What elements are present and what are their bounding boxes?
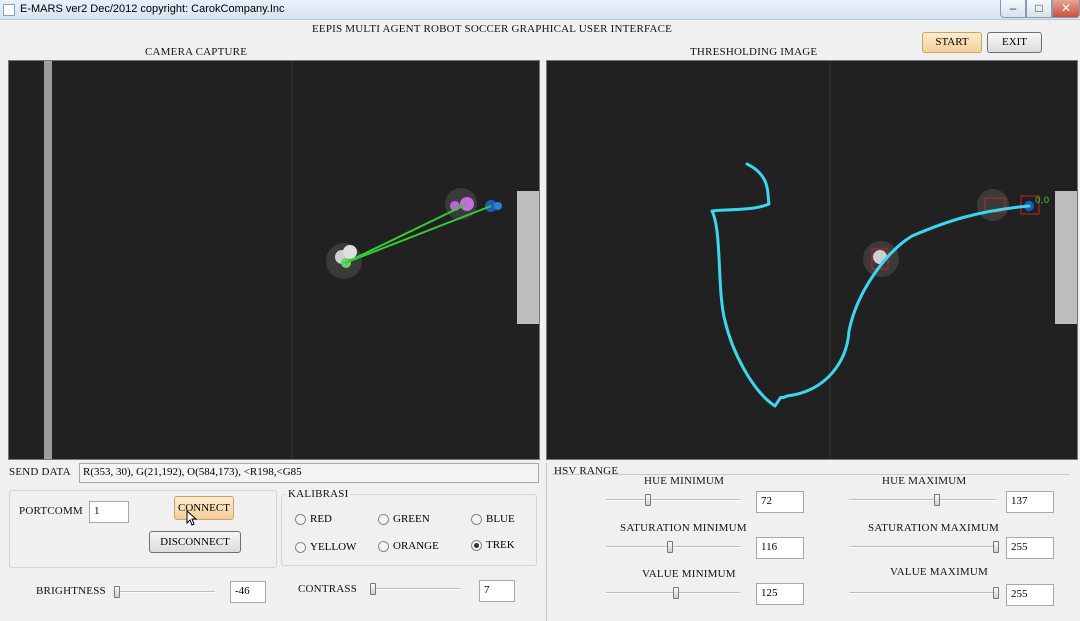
sat-min-label: SATURATION MINIMUM <box>620 522 747 534</box>
cursor-icon <box>186 509 198 526</box>
camera-capture-view <box>8 60 540 460</box>
radio-blue[interactable]: BLUE <box>471 513 515 525</box>
val-max-value[interactable]: 255 <box>1006 584 1054 606</box>
slider-thumb[interactable] <box>672 587 679 599</box>
sat-max-label: SATURATION MAXIMUM <box>868 522 1000 534</box>
radio-green[interactable]: GREEN <box>378 513 430 525</box>
contrass-slider[interactable] <box>369 583 460 595</box>
slider-thumb[interactable] <box>114 586 120 598</box>
hue-max-slider[interactable] <box>849 494 996 506</box>
slider-track <box>849 592 996 594</box>
exit-button[interactable]: EXIT <box>987 32 1042 53</box>
radio-label: RED <box>310 513 332 525</box>
window-title: E-MARS ver2 Dec/2012 copyright: CarokCom… <box>20 3 285 15</box>
radio-label: ORANGE <box>393 540 439 552</box>
radio-dot <box>295 541 306 553</box>
radio-red[interactable]: RED <box>295 513 332 525</box>
panel-divider <box>546 463 547 621</box>
slider-thumb[interactable] <box>934 494 941 506</box>
camera-capture-label: CAMERA CAPTURE <box>145 46 248 58</box>
thresholding-view: 0,0 <box>546 60 1078 460</box>
slider-track <box>849 499 996 501</box>
brightness-slider[interactable] <box>114 586 215 598</box>
start-button[interactable]: START <box>922 32 982 53</box>
ball <box>494 202 502 210</box>
robot-shadow <box>977 189 1009 221</box>
close-button[interactable]: ✕ <box>1052 0 1080 18</box>
hue-min-value[interactable]: 72 <box>756 491 804 513</box>
app-icon <box>3 4 15 16</box>
contrass-value[interactable]: 7 <box>479 580 515 602</box>
slider-track <box>115 591 215 593</box>
sat-max-value[interactable]: 255 <box>1006 537 1054 559</box>
send-data-field: R(353, 30), G(21,192), O(584,173), <R198… <box>79 463 539 483</box>
val-max-label: VALUE MAXIMUM <box>890 566 989 578</box>
hue-max-label: HUE MAXIMUM <box>882 475 967 487</box>
kalibrasi-panel <box>281 494 537 566</box>
hue-min-slider[interactable] <box>606 494 740 506</box>
hsv-range-title: HSV RANGE <box>554 465 619 477</box>
brightness-value[interactable]: -46 <box>230 581 266 603</box>
camera-overlay <box>326 188 502 279</box>
send-data-label: SEND DATA <box>9 466 71 478</box>
radio-dot <box>471 513 482 525</box>
slider-track <box>606 499 740 501</box>
radio-dot <box>378 513 389 525</box>
radio-label: YELLOW <box>310 541 357 553</box>
val-min-value[interactable]: 125 <box>756 583 804 605</box>
sat-min-slider[interactable] <box>606 541 740 553</box>
threshold-overlay: 0,0 <box>710 162 1050 408</box>
sat-min-value[interactable]: 116 <box>756 537 804 559</box>
title-bar: E-MARS ver2 Dec/2012 copyright: CarokCom… <box>0 0 1080 20</box>
connect-button[interactable]: CONNECT <box>174 496 234 520</box>
maximize-button[interactable]: □ <box>1026 0 1052 18</box>
robot-body <box>343 245 357 259</box>
marker-coordinate: 0,0 <box>1035 196 1050 206</box>
slider-thumb[interactable] <box>993 541 999 553</box>
radio-label: GREEN <box>393 513 430 525</box>
contrass-label: CONTRASS <box>298 583 358 595</box>
sat-max-slider[interactable] <box>849 541 999 553</box>
slider-thumb[interactable] <box>369 583 376 595</box>
val-max-slider[interactable] <box>849 587 999 599</box>
app-title: EEPIS MULTI AGENT ROBOT SOCCER GRAPHICAL… <box>312 23 673 35</box>
radio-trek[interactable]: TREK <box>471 539 515 551</box>
portcomm-input[interactable]: 1 <box>89 501 129 523</box>
thresholding-label: THRESHOLDING IMAGE <box>690 46 818 58</box>
hue-min-label: HUE MINIMUM <box>644 475 725 487</box>
slider-track <box>849 546 996 548</box>
slider-thumb[interactable] <box>667 541 674 553</box>
port-panel <box>9 490 277 568</box>
radio-dot <box>471 539 482 551</box>
radio-dot <box>378 540 389 552</box>
slider-track <box>372 588 460 590</box>
kalibrasi-title: KALIBRASI <box>286 488 351 500</box>
disconnect-button[interactable]: DISCONNECT <box>149 531 241 553</box>
portcomm-label: PORTCOMM <box>19 505 83 517</box>
val-min-slider[interactable] <box>606 587 740 599</box>
brightness-label: BRIGHTNESS <box>36 585 106 597</box>
hsv-rule <box>552 474 1070 475</box>
radio-orange[interactable]: ORANGE <box>378 540 439 552</box>
radio-yellow[interactable]: YELLOW <box>295 541 356 553</box>
radio-label: BLUE <box>486 513 515 525</box>
radio-label: TREK <box>486 539 515 551</box>
slider-thumb[interactable] <box>993 587 999 599</box>
path-line <box>344 205 492 264</box>
path-line <box>344 203 468 264</box>
hue-max-value[interactable]: 137 <box>1006 491 1054 513</box>
slider-thumb[interactable] <box>644 494 651 506</box>
radio-dot <box>295 513 306 525</box>
val-min-label: VALUE MINIMUM <box>642 568 736 580</box>
minimize-button[interactable]: ‒ <box>1000 0 1026 18</box>
